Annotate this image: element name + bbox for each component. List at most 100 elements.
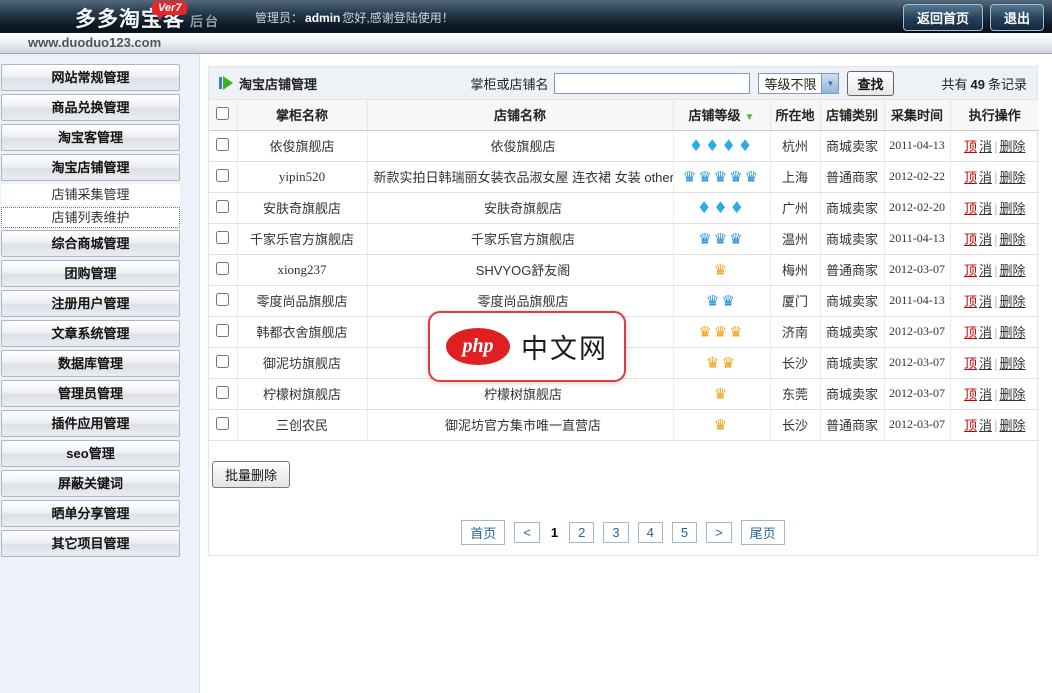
pagination-link-尾页[interactable]: 尾页 xyxy=(741,520,785,545)
sidebar-item-其它项目管理[interactable]: 其它项目管理 xyxy=(1,530,180,557)
diamond-icon: ♦♦♦♦ xyxy=(689,136,754,155)
cancel-action-link[interactable]: 消 xyxy=(979,263,992,278)
cancel-action-link[interactable]: 消 xyxy=(979,170,992,185)
app-logo: 多多淘宝客后台 xyxy=(75,3,220,33)
topbar-buttons: 返回首页 退出 xyxy=(903,4,1044,31)
top-action-link[interactable]: 顶 xyxy=(964,201,977,216)
pagination-link-3[interactable]: 3 xyxy=(603,522,628,543)
welcome-text: 管理员：admin您好,感谢登陆使用！ xyxy=(255,9,454,26)
table-row: 三创农民御泥坊官方集市唯一直营店♛长沙普通商家2012-03-07顶消|删除 xyxy=(209,409,1039,440)
collect-date: 2011-04-13 xyxy=(884,130,950,161)
delete-action-link[interactable]: 删除 xyxy=(999,139,1025,154)
delete-action-link[interactable]: 删除 xyxy=(999,294,1025,309)
shopkeeper-name: 零度尚品旗舰店 xyxy=(237,285,367,316)
pagination-link-5[interactable]: 5 xyxy=(672,522,697,543)
cancel-action-link[interactable]: 消 xyxy=(979,232,992,247)
sidebar-item-注册用户管理[interactable]: 注册用户管理 xyxy=(1,290,180,317)
pagination-link-4[interactable]: 4 xyxy=(638,522,663,543)
page-title: 淘宝店铺管理 xyxy=(239,74,317,93)
welcome-prefix: 管理员： xyxy=(255,11,303,25)
sidebar-item-店铺列表维护[interactable]: 店铺列表维护 xyxy=(1,207,180,228)
location: 上海 xyxy=(770,161,820,192)
row-checkbox[interactable] xyxy=(216,324,229,337)
shop-name: 柠檬树旗舰店 xyxy=(367,378,673,409)
sidebar-item-店铺采集管理[interactable]: 店铺采集管理 xyxy=(1,184,180,205)
row-checkbox[interactable] xyxy=(216,417,229,430)
sidebar-item-插件应用管理[interactable]: 插件应用管理 xyxy=(1,410,180,437)
top-action-link[interactable]: 顶 xyxy=(964,387,977,402)
select-all-checkbox[interactable] xyxy=(216,107,229,120)
logo-suffix: 后台 xyxy=(190,14,220,29)
level-select[interactable]: 等级不限 ▼ xyxy=(758,73,839,94)
cancel-action-link[interactable]: 消 xyxy=(979,325,992,340)
sidebar-item-淘宝店铺管理[interactable]: 淘宝店铺管理 xyxy=(1,154,180,181)
sidebar-item-网站常规管理[interactable]: 网站常规管理 xyxy=(1,64,180,91)
cancel-action-link[interactable]: 消 xyxy=(979,139,992,154)
shop-name: 御泥坊官方集市唯一直营店 xyxy=(367,409,673,440)
top-action-link[interactable]: 顶 xyxy=(964,232,977,247)
crown-gold-icon: ♛♛ xyxy=(706,354,737,372)
row-checkbox[interactable] xyxy=(216,169,229,182)
delete-action-link[interactable]: 删除 xyxy=(999,232,1025,247)
action-separator: | xyxy=(994,387,997,402)
row-checkbox[interactable] xyxy=(216,200,229,213)
batch-delete-button[interactable]: 批量删除 xyxy=(212,461,290,488)
top-action-link[interactable]: 顶 xyxy=(964,356,977,371)
row-checkbox[interactable] xyxy=(216,138,229,151)
actions-cell: 顶消|删除 xyxy=(950,409,1039,440)
sidebar-item-文章系统管理[interactable]: 文章系统管理 xyxy=(1,320,180,347)
search-button[interactable]: 查找 xyxy=(847,71,893,96)
sidebar-item-综合商城管理[interactable]: 综合商城管理 xyxy=(1,230,180,257)
top-action-link[interactable]: 顶 xyxy=(964,418,977,433)
sidebar-item-商品兑换管理[interactable]: 商品兑换管理 xyxy=(1,94,180,121)
sidebar-item-管理员管理[interactable]: 管理员管理 xyxy=(1,380,180,407)
sidebar-item-seo管理[interactable]: seo管理 xyxy=(1,440,180,467)
pagination-link->[interactable]: > xyxy=(706,522,732,543)
return-home-button[interactable]: 返回首页 xyxy=(903,4,983,31)
row-checkbox[interactable] xyxy=(216,262,229,275)
shop-name: 新款实拍日韩瑞丽女装衣品淑女屋 连衣裙 女装 other t xyxy=(367,161,673,192)
shop-level: ♛♛ xyxy=(673,285,770,316)
top-action-link[interactable]: 顶 xyxy=(964,170,977,185)
sidebar-item-团购管理[interactable]: 团购管理 xyxy=(1,260,180,287)
top-action-link[interactable]: 顶 xyxy=(964,263,977,278)
delete-action-link[interactable]: 删除 xyxy=(999,325,1025,340)
pagination-link-首页[interactable]: 首页 xyxy=(461,520,505,545)
delete-action-link[interactable]: 删除 xyxy=(999,356,1025,371)
sidebar-item-淘宝客管理[interactable]: 淘宝客管理 xyxy=(1,124,180,151)
top-action-link[interactable]: 顶 xyxy=(964,294,977,309)
shop-category: 商城卖家 xyxy=(820,316,884,347)
search-input[interactable] xyxy=(554,73,750,94)
sort-arrow-icon: ▼ xyxy=(745,112,755,123)
action-separator: | xyxy=(994,201,997,216)
row-checkbox[interactable] xyxy=(216,386,229,399)
cancel-action-link[interactable]: 消 xyxy=(979,201,992,216)
delete-action-link[interactable]: 删除 xyxy=(999,418,1025,433)
sidebar-item-晒单分享管理[interactable]: 晒单分享管理 xyxy=(1,500,180,527)
delete-action-link[interactable]: 删除 xyxy=(999,201,1025,216)
cancel-action-link[interactable]: 消 xyxy=(979,294,992,309)
logout-button[interactable]: 退出 xyxy=(990,4,1044,31)
actions-cell: 顶消|删除 xyxy=(950,130,1039,161)
cancel-action-link[interactable]: 消 xyxy=(979,418,992,433)
delete-action-link[interactable]: 删除 xyxy=(999,263,1025,278)
crown-gold-icon: ♛♛♛ xyxy=(698,323,744,341)
delete-action-link[interactable]: 删除 xyxy=(999,170,1025,185)
collect-date: 2011-04-13 xyxy=(884,223,950,254)
row-checkbox[interactable] xyxy=(216,293,229,306)
row-checkbox-cell xyxy=(209,192,237,223)
sidebar-item-数据库管理[interactable]: 数据库管理 xyxy=(1,350,180,377)
sidebar-item-屏蔽关键词[interactable]: 屏蔽关键词 xyxy=(1,470,180,497)
cancel-action-link[interactable]: 消 xyxy=(979,356,992,371)
cancel-action-link[interactable]: 消 xyxy=(979,387,992,402)
pagination-link-<[interactable]: < xyxy=(514,522,540,543)
pagination-link-2[interactable]: 2 xyxy=(569,522,594,543)
top-action-link[interactable]: 顶 xyxy=(964,139,977,154)
admin-username: admin xyxy=(305,11,340,25)
row-checkbox[interactable] xyxy=(216,355,229,368)
crown-blue-icon: ♛♛♛ xyxy=(698,230,744,248)
delete-action-link[interactable]: 删除 xyxy=(999,387,1025,402)
row-checkbox[interactable] xyxy=(216,231,229,244)
top-action-link[interactable]: 顶 xyxy=(964,325,977,340)
collect-date: 2012-03-07 xyxy=(884,378,950,409)
